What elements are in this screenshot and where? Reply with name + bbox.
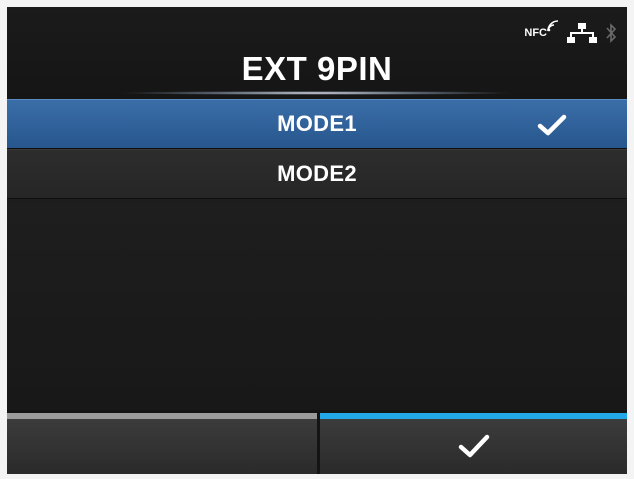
confirm-button[interactable] xyxy=(320,413,627,474)
screen-header: NFC EXT 9PIN xyxy=(7,7,627,99)
page-title: EXT 9PIN xyxy=(241,50,393,87)
option-label: MODE1 xyxy=(277,111,357,136)
nfc-label: NFC xyxy=(524,27,547,39)
bluetooth-icon xyxy=(606,23,617,43)
nfc-icon: NFC xyxy=(524,20,559,39)
option-mode1[interactable]: MODE1 xyxy=(7,99,627,149)
status-icons: NFC xyxy=(524,20,617,45)
device-bezel: NFC EXT 9PIN MODE1 MODE2 xyxy=(0,0,634,479)
bottom-button-bar xyxy=(7,410,627,474)
option-mode2[interactable]: MODE2 xyxy=(7,149,627,199)
network-icon xyxy=(567,23,597,43)
checkmark-icon xyxy=(458,434,490,458)
option-label: MODE2 xyxy=(277,161,357,186)
title-underline-glow xyxy=(117,91,517,95)
list-empty-area xyxy=(7,202,627,410)
back-button[interactable] xyxy=(7,413,317,474)
printer-lcd-screen: NFC EXT 9PIN MODE1 MODE2 xyxy=(7,7,627,474)
checkmark-icon xyxy=(537,114,567,136)
option-list: MODE1 MODE2 xyxy=(7,99,627,199)
